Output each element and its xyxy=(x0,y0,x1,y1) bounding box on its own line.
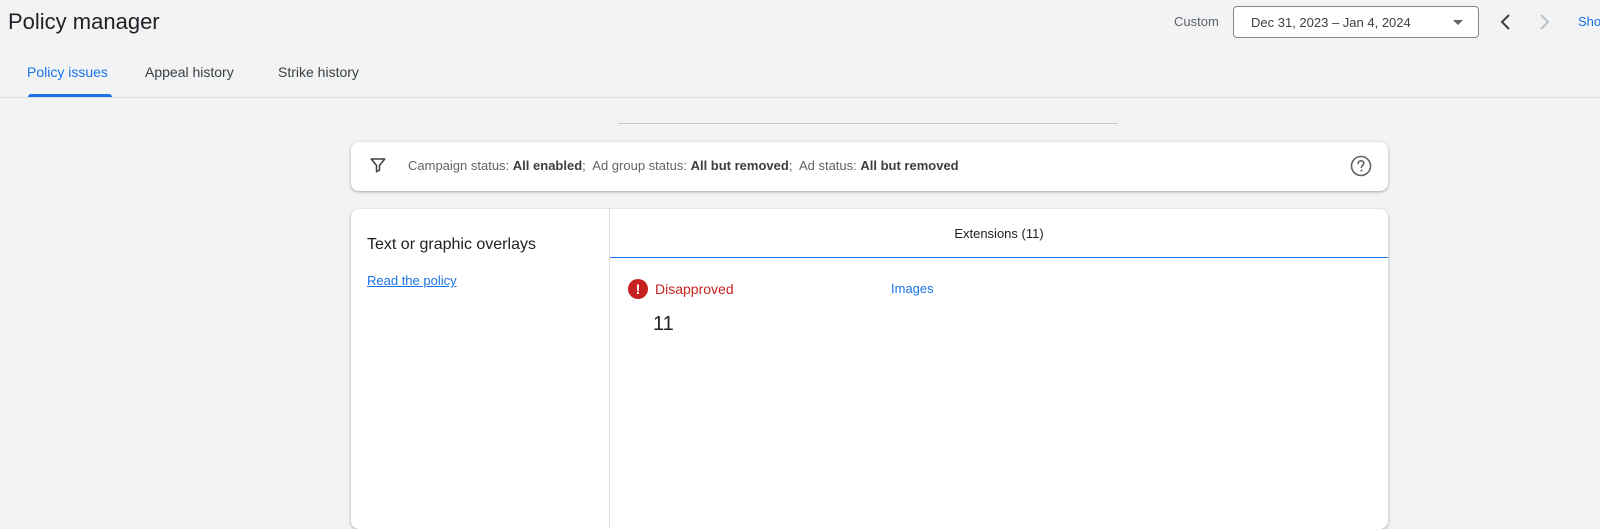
filter-value: All but removed xyxy=(690,158,789,173)
extensions-pane: Extensions (11) ! Disapproved 11 Images xyxy=(610,209,1388,529)
chevron-down-icon xyxy=(1453,20,1463,25)
read-policy-link[interactable]: Read the policy xyxy=(367,273,457,288)
previous-period-button[interactable] xyxy=(1494,10,1518,34)
page-title: Policy manager xyxy=(8,9,160,34)
policy-title: Text or graphic overlays xyxy=(367,236,536,253)
policy-pane: Text or graphic overlays Read the policy xyxy=(351,209,610,529)
date-range-value: Dec 31, 2023 – Jan 4, 2024 xyxy=(1251,14,1411,30)
policy-issue-card: Text or graphic overlays Read the policy… xyxy=(351,209,1388,529)
chevron-right-icon xyxy=(1540,14,1550,30)
status-count[interactable]: 11 xyxy=(653,313,674,336)
tab-appeal-history[interactable]: Appeal history xyxy=(145,64,234,80)
tab-policy-issues[interactable]: Policy issues xyxy=(27,64,108,80)
filter-icon[interactable] xyxy=(369,156,387,174)
chevron-left-icon xyxy=(1500,14,1510,30)
extensions-header: Extensions (11) xyxy=(954,225,1044,241)
date-range-label: Custom xyxy=(1174,14,1219,29)
filter-summary: Campaign status: All enabled; Ad group s… xyxy=(408,158,959,173)
filter-value: All but removed xyxy=(860,158,959,173)
show-link[interactable]: Sho xyxy=(1578,14,1600,29)
tab-bar: Policy issues Appeal history Strike hist… xyxy=(0,50,1600,98)
status-row: ! Disapproved xyxy=(628,279,734,299)
error-icon: ! xyxy=(628,279,648,299)
filter-bar[interactable]: Campaign status: All enabled; Ad group s… xyxy=(351,142,1388,191)
tab-strike-history[interactable]: Strike history xyxy=(278,64,359,80)
images-link[interactable]: Images xyxy=(891,281,934,296)
next-period-button[interactable] xyxy=(1532,10,1556,34)
filter-key: Ad status: xyxy=(798,158,857,173)
extensions-tab[interactable]: Extensions (11) xyxy=(610,209,1388,258)
divider xyxy=(618,123,1118,124)
filter-key: Campaign status: xyxy=(408,158,510,173)
status-label: Disapproved xyxy=(655,281,734,297)
filter-key: Ad group status: xyxy=(592,158,687,173)
active-tab-indicator xyxy=(28,94,112,97)
help-icon[interactable] xyxy=(1349,154,1373,178)
filter-value: All enabled xyxy=(512,158,583,173)
date-range-select[interactable]: Dec 31, 2023 – Jan 4, 2024 xyxy=(1233,6,1479,38)
